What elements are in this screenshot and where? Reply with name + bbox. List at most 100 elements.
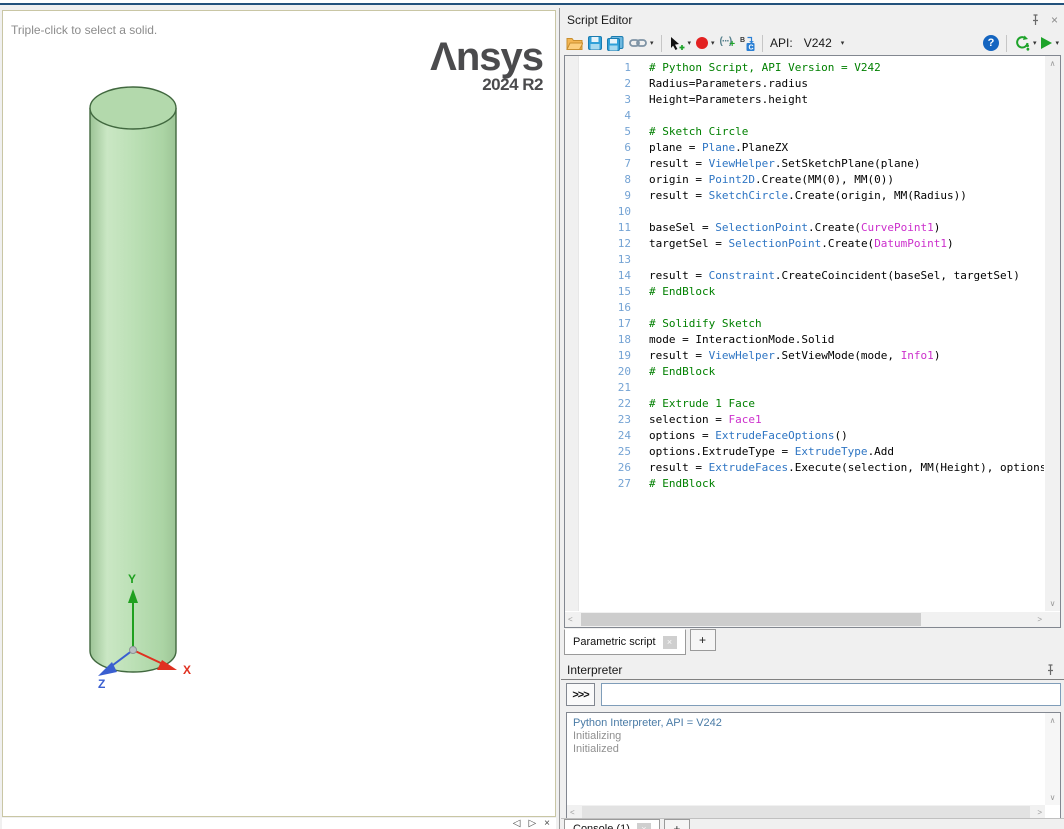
code-token: ExtrudeFaces [709,461,788,474]
nav-close-button[interactable]: × [544,818,550,829]
toolbar-separator [661,35,662,52]
ansys-logo-brand: Λnsys [430,37,543,77]
script-editor-panel: Script Editor × ▾ ▾ ▾ [561,8,1064,829]
line-number: 15 [565,284,649,300]
scroll-up-icon[interactable]: ∧ [1047,713,1059,728]
chevron-down-icon[interactable]: ▾ [711,39,715,47]
scroll-down-icon[interactable]: ∨ [1047,790,1059,805]
code-line: 19result = ViewHelper.SetViewMode(mode, … [565,348,1044,364]
code-token: CurvePoint1 [861,221,934,234]
code-token: # EndBlock [649,285,715,298]
code-token: # Sketch Circle [649,125,748,138]
code-token: Radius=Parameters.radius [649,77,808,90]
line-number: 18 [565,332,649,348]
code-token: .Create(origin, MM(Radius)) [788,189,967,202]
add-console-button[interactable]: + [664,819,690,829]
cylinder-body[interactable] [90,108,176,672]
code-lines[interactable]: 1# Python Script, API Version = V2422Rad… [565,60,1044,611]
tab-parametric-script[interactable]: Parametric script × [564,629,686,655]
triad-origin [130,647,137,654]
tab-close-icon[interactable]: × [663,636,677,649]
nav-next-button[interactable]: ▷ [528,818,536,829]
chevron-down-icon[interactable]: ▾ [688,39,692,47]
console-tab-bar: Console (1) × + [561,818,1064,829]
code-token: ) [947,237,954,250]
open-script-button[interactable] [566,36,583,50]
pin-icon[interactable] [1045,664,1056,676]
convert-script-button[interactable]: BC [739,35,755,51]
nav-prev-button[interactable]: ◁ [513,818,521,829]
interpreter-horizontal-scrollbar[interactable]: < > [567,805,1045,819]
cylinder-scene[interactable]: Y X Z [43,71,253,711]
interpreter-title: Interpreter [567,663,622,677]
code-line: 5# Sketch Circle [565,124,1044,140]
save-script-button[interactable] [588,36,602,50]
code-editor[interactable]: 1# Python Script, API Version = V2422Rad… [564,55,1061,628]
code-token: options = [649,429,715,442]
panel-splitter[interactable] [559,8,560,829]
code-token: .SetViewMode(mode, [775,349,901,362]
line-number: 14 [565,268,649,284]
ansys-logo: Λnsys 2024 R2 [430,37,543,95]
api-label: API: [770,36,793,50]
interpreter-header: Interpreter [561,660,1064,680]
code-token: SketchCircle [709,189,788,202]
scroll-left-icon[interactable]: < [565,612,576,627]
line-number: 26 [565,460,649,476]
code-token: Plane [702,141,735,154]
code-line: 18mode = InteractionMode.Solid [565,332,1044,348]
cylinder-top-face[interactable] [90,87,176,129]
code-token: ) [934,349,941,362]
add-tab-button[interactable]: + [690,629,716,651]
code-line: 24options = ExtrudeFaceOptions() [565,428,1044,444]
script-editor-toolbar: ▾ ▾ ▾ (···)+ BC API: V242 ▾ ? ▾ [561,30,1064,56]
code-token: .PlaneZX [735,141,788,154]
code-token: .Create( [821,237,874,250]
pin-icon[interactable] [1030,14,1041,26]
code-token: mode = InteractionMode.Solid [649,333,834,346]
select-tool-button[interactable]: ▾ [669,36,692,51]
code-token: baseSel = [649,221,715,234]
chevron-down-icon[interactable]: ▾ [1055,39,1059,47]
record-button[interactable]: ▾ [696,37,715,49]
interpreter-output[interactable]: Python Interpreter, API = V242Initializi… [566,712,1061,820]
scroll-down-icon[interactable]: ∨ [1047,596,1059,611]
code-token: Face1 [728,413,761,426]
code-token: origin = [649,173,709,186]
ribbon-bottom-edge [0,0,1064,5]
line-number: 3 [565,92,649,108]
scrollbar-corner [1045,612,1060,627]
close-icon[interactable]: × [1051,14,1058,26]
run-script-button[interactable]: ▾ [1041,37,1059,49]
chevron-down-icon[interactable]: ▾ [1033,39,1037,47]
toolbar-separator [762,35,763,52]
console-close-icon[interactable]: × [637,823,651,829]
scrollbar-thumb[interactable] [581,613,921,626]
code-token: result = [649,157,709,170]
link-parameters-button[interactable]: ▾ [629,38,654,48]
scroll-right-icon[interactable]: > [1034,612,1045,627]
interpreter-vertical-scrollbar[interactable]: ∧ ∨ [1045,713,1060,805]
line-number: 23 [565,412,649,428]
code-token: ) [934,221,941,234]
3d-viewport[interactable]: Triple-click to select a solid. Λnsys 20… [2,10,556,817]
scrollbar-thumb[interactable] [582,806,1030,818]
code-line: 25options.ExtrudeType = ExtrudeType.Add [565,444,1044,460]
line-number: 20 [565,364,649,380]
api-version-dropdown[interactable]: ▾ [841,39,845,47]
code-vertical-scrollbar[interactable]: ∧ ∨ [1045,56,1060,611]
interpreter-input[interactable] [601,683,1061,706]
code-line: 2Radius=Parameters.radius [565,76,1044,92]
code-token: result = [649,269,709,282]
line-number: 24 [565,428,649,444]
save-script-as-button[interactable] [607,36,624,51]
code-token: () [834,429,847,442]
chevron-down-icon[interactable]: ▾ [650,39,654,47]
scroll-up-icon[interactable]: ∧ [1047,56,1059,71]
tab-console[interactable]: Console (1) × [564,819,660,829]
help-button[interactable]: ? [983,35,999,51]
insert-parameters-button[interactable]: (···)+ [720,36,735,50]
code-horizontal-scrollbar[interactable]: < > [565,612,1045,627]
svg-text:C: C [749,45,754,52]
run-step-button[interactable]: ▾ [1014,35,1037,51]
